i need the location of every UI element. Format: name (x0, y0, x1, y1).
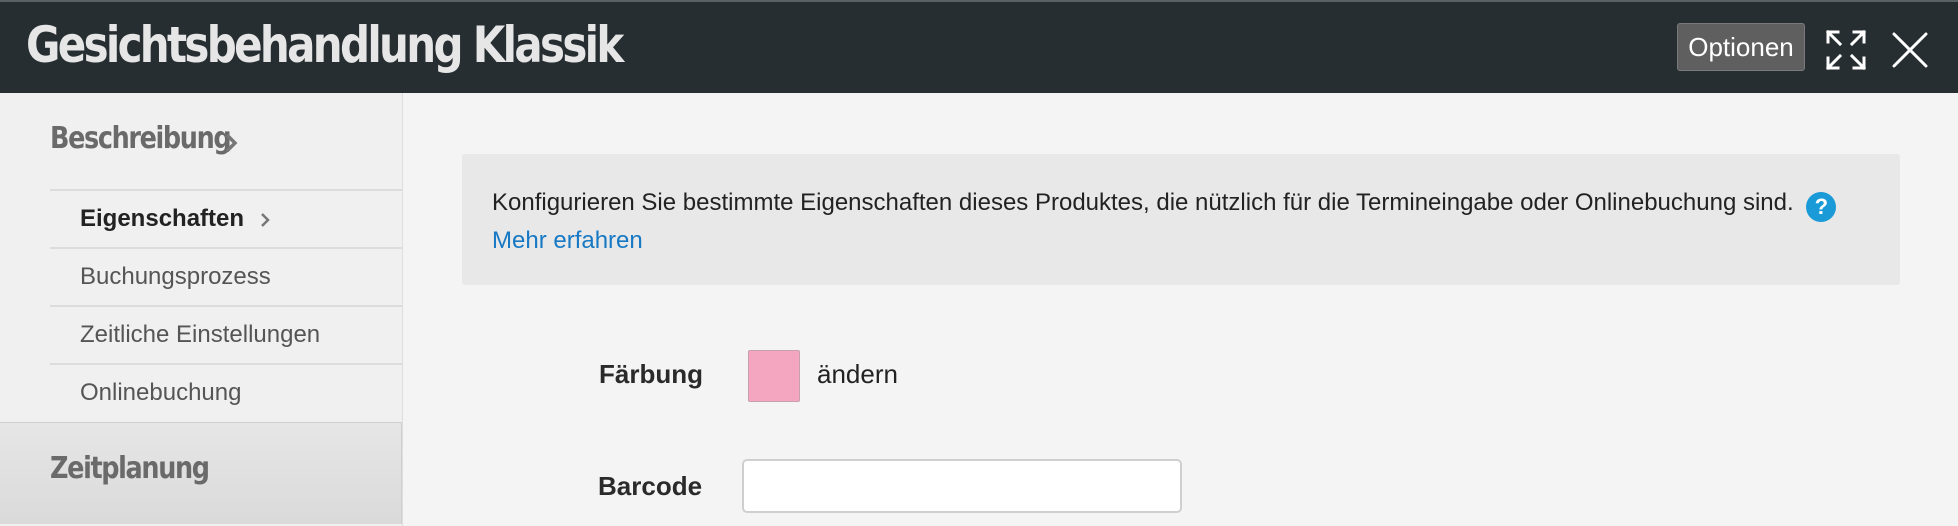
window-title: Gesichtsbehandlung Klassik (26, 16, 624, 74)
info-text: Konfigurieren Sie bestimmte Eigenschafte… (492, 189, 1794, 216)
sidebar-section-label: Zeitplanung (50, 451, 210, 486)
close-icon[interactable] (1888, 28, 1932, 72)
help-icon[interactable]: ? (1806, 192, 1837, 222)
sidebar-item-label: Onlinebuchung (80, 379, 242, 406)
chevron-right-icon (225, 133, 238, 153)
barcode-label: Barcode (598, 471, 703, 501)
color-swatch[interactable] (748, 350, 800, 402)
sidebar-item-onlinebuchung[interactable]: Onlinebuchung (50, 363, 402, 420)
sidebar-item-label: Zeitliche Einstellungen (80, 321, 321, 348)
options-button[interactable]: Optionen (1677, 23, 1805, 71)
window-header: Gesichtsbehandlung Klassik Optionen (0, 0, 1958, 93)
sidebar-section-zeitplanung[interactable]: Zeitplanung (0, 422, 402, 524)
color-label: Färbung (599, 359, 703, 389)
sidebar-item-label: Buchungsprozess (80, 263, 271, 290)
chevron-right-icon (261, 213, 270, 227)
sidebar-item-eigenschaften[interactable]: Eigenschaften (50, 189, 402, 246)
sidebar-section-beschreibung[interactable]: Beschreibung (50, 121, 232, 156)
learn-more-link[interactable]: Mehr erfahren (492, 227, 643, 254)
change-color-link[interactable]: ändern (817, 359, 898, 390)
sidebar-item-zeitliche-einstellungen[interactable]: Zeitliche Einstellungen (50, 305, 402, 362)
sidebar-item-label: Eigenschaften (80, 205, 245, 232)
info-box: Konfigurieren Sie bestimmte Eigenschafte… (462, 154, 1900, 285)
barcode-input[interactable] (742, 459, 1182, 513)
expand-icon[interactable] (1824, 28, 1868, 72)
sidebar-item-buchungsprozess[interactable]: Buchungsprozess (50, 247, 402, 304)
